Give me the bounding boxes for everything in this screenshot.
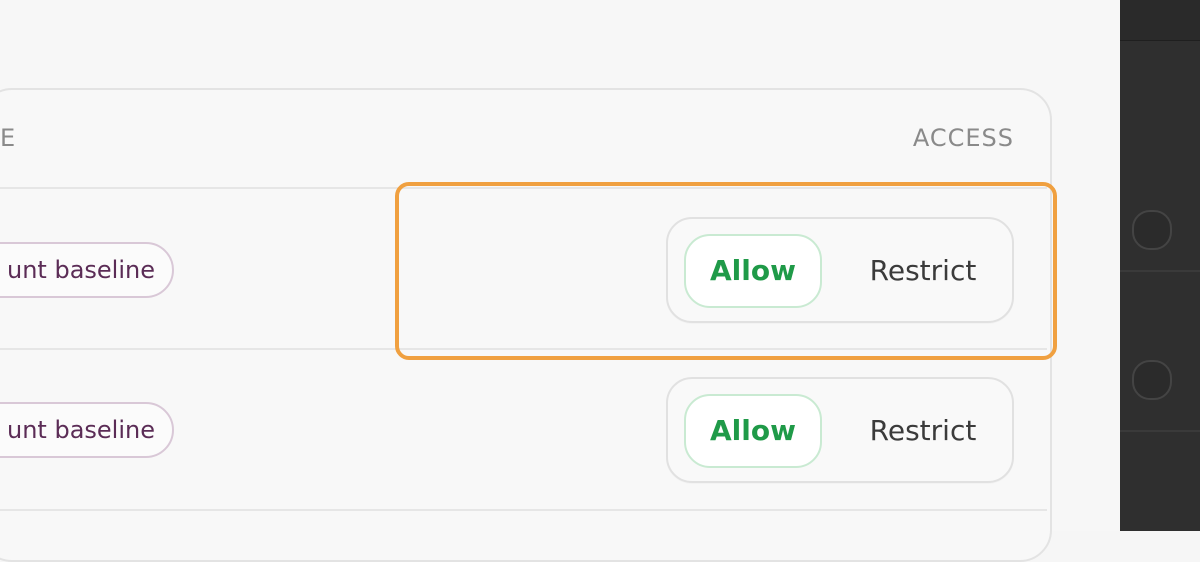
restrict-option[interactable]: Restrict [848, 394, 998, 468]
row-divider [0, 187, 1047, 189]
restrict-option[interactable]: Restrict [848, 234, 998, 308]
dark-divider [1120, 270, 1200, 272]
adjacent-dark-panel [1120, 0, 1200, 531]
access-table-card [0, 88, 1052, 562]
column-header-left-partial: E [0, 124, 17, 152]
dark-panel-top [1120, 0, 1200, 41]
access-segmented-control: Allow Restrict [666, 377, 1014, 483]
partial-circle-icon [1132, 360, 1172, 400]
row-divider [0, 509, 1047, 511]
row-divider [0, 348, 1047, 350]
partial-circle-icon [1132, 210, 1172, 250]
dark-divider [1120, 430, 1200, 432]
baseline-tag: unt baseline [0, 242, 174, 298]
allow-option-selected[interactable]: Allow [684, 234, 822, 308]
access-segmented-control: Allow Restrict [666, 217, 1014, 323]
allow-option-selected[interactable]: Allow [684, 394, 822, 468]
column-header-access: ACCESS [912, 124, 1014, 152]
baseline-tag: unt baseline [0, 402, 174, 458]
